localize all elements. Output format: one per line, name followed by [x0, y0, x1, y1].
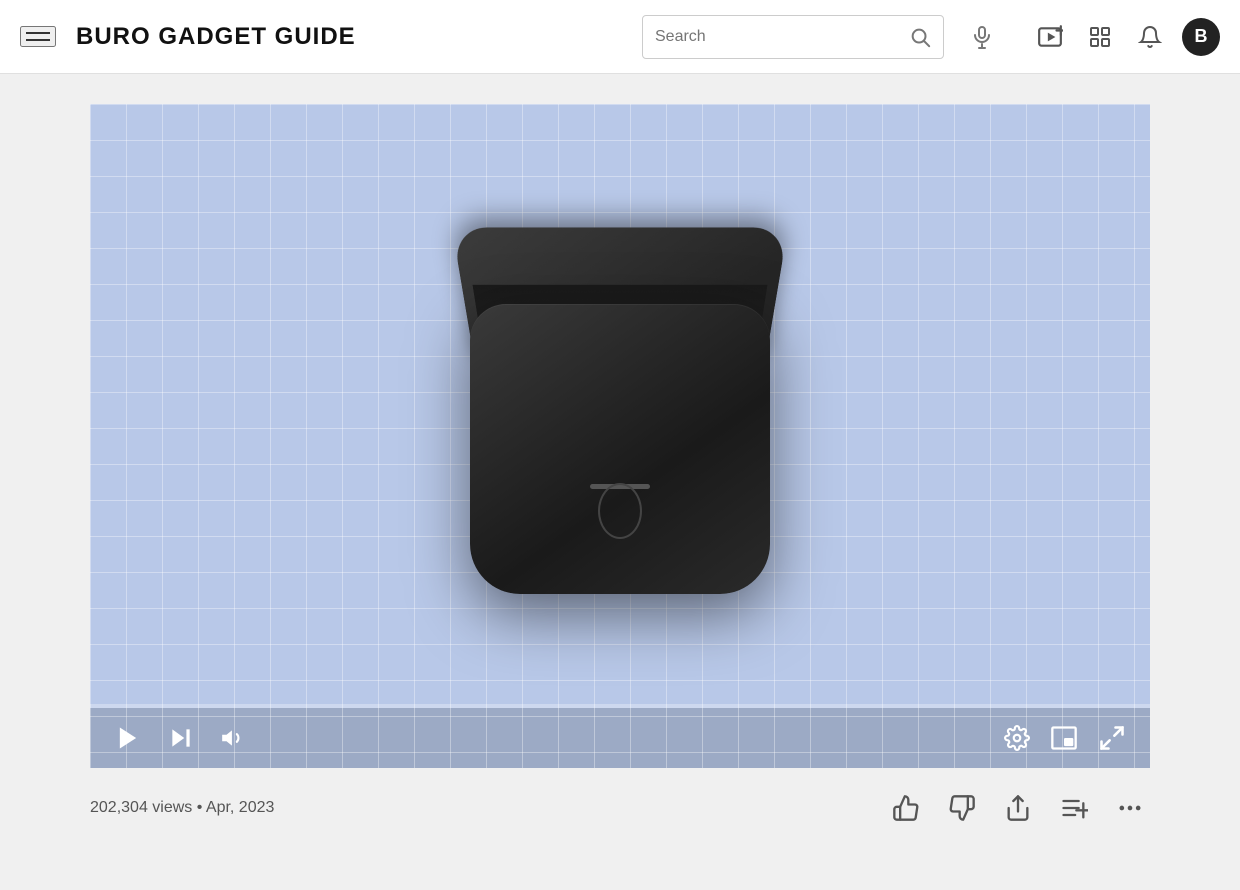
view-count: 202,304 views • Apr, 2023	[90, 799, 274, 817]
create-icon	[1037, 24, 1063, 50]
like-button[interactable]	[886, 788, 926, 828]
save-icon	[1060, 794, 1088, 822]
like-icon	[892, 794, 920, 822]
search-input[interactable]	[655, 28, 909, 46]
site-title: BURO GADGET GUIDE	[76, 23, 356, 51]
search-bar	[642, 15, 944, 59]
video-player: Bowers & W Bowers & W	[90, 104, 1150, 768]
grid-icon	[1088, 25, 1112, 49]
create-button[interactable]	[1032, 19, 1068, 55]
more-options-button[interactable]	[1110, 788, 1150, 828]
header-icons: B	[1032, 18, 1220, 56]
avatar[interactable]: B	[1182, 18, 1220, 56]
mic-icon	[970, 25, 994, 49]
share-icon	[1004, 794, 1032, 822]
product-image: Bowers & W Bowers & W	[450, 214, 790, 594]
grid-button[interactable]	[1082, 19, 1118, 55]
bell-icon	[1138, 25, 1162, 49]
dislike-button[interactable]	[942, 788, 982, 828]
menu-button[interactable]	[20, 26, 56, 47]
search-button[interactable]	[909, 26, 931, 48]
action-buttons	[886, 788, 1150, 828]
case-body	[470, 304, 770, 594]
video-main-area[interactable]: Bowers & W Bowers & W	[90, 104, 1150, 704]
more-icon	[1116, 794, 1144, 822]
search-icon	[909, 26, 931, 48]
share-button[interactable]	[998, 788, 1038, 828]
video-progress-bar[interactable]	[90, 704, 1150, 708]
video-meta: 202,304 views • Apr, 2023	[90, 768, 1150, 848]
case-logo	[598, 483, 642, 539]
header: BURO GADGET GUIDE	[0, 0, 1240, 74]
main-content: Bowers & W Bowers & W	[0, 74, 1240, 848]
dislike-icon	[948, 794, 976, 822]
bell-button[interactable]	[1132, 19, 1168, 55]
save-button[interactable]	[1054, 788, 1094, 828]
mic-button[interactable]	[964, 19, 1000, 55]
